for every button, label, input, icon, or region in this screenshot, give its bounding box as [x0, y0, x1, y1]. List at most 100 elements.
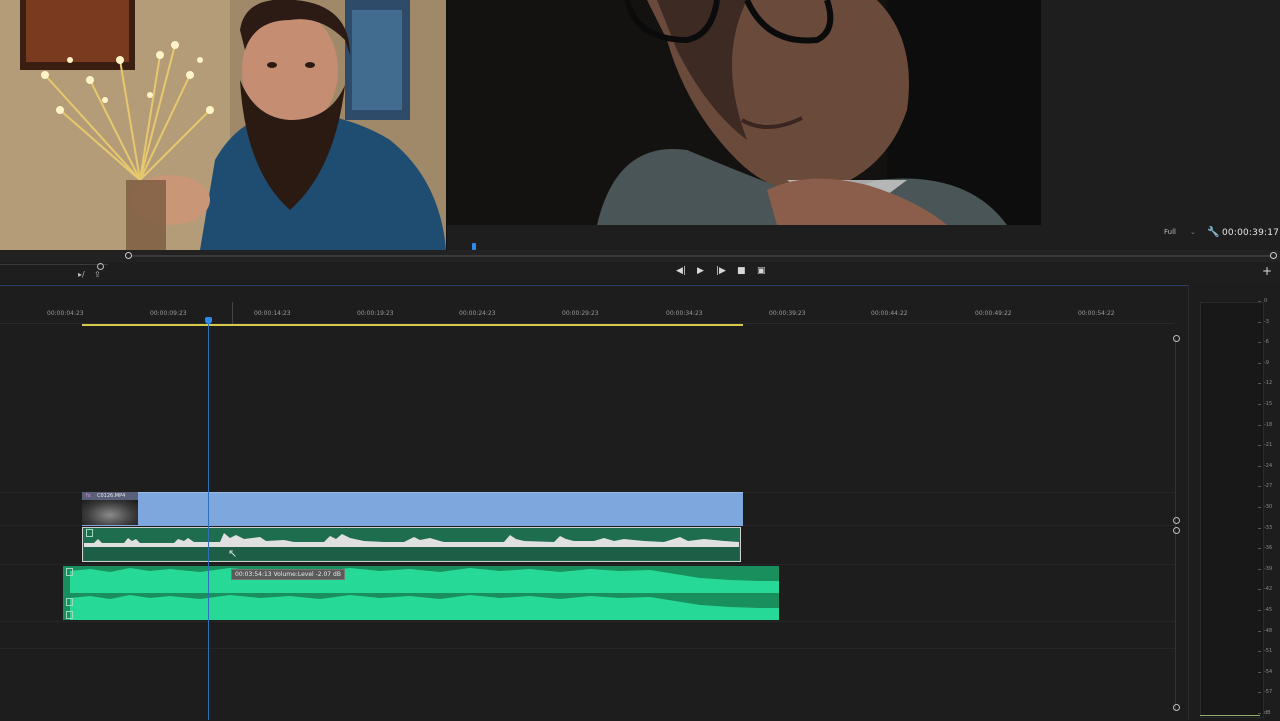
fx-badge: fx: [86, 493, 91, 499]
playhead-handle[interactable]: [205, 317, 212, 324]
step-back-button[interactable]: ◀|: [676, 266, 686, 276]
meter-db-label: -33: [1264, 524, 1273, 531]
zoom-handle-left[interactable]: [125, 252, 132, 259]
meter-db-label: -45: [1264, 607, 1273, 613]
meter-db-label: -54: [1264, 668, 1273, 675]
meter-db-tick: [1258, 424, 1261, 426]
meter-db-label: -36: [1264, 545, 1273, 552]
meter-db-tick: [1258, 589, 1261, 591]
export-icon[interactable]: ⇪: [94, 270, 101, 279]
ruler-tick-label: 00:00:34:23: [666, 310, 703, 317]
zoom-level-select[interactable]: Full: [1164, 228, 1176, 236]
meter-db-label: dB: [1264, 710, 1271, 716]
add-button[interactable]: +: [1262, 264, 1272, 278]
program-monitor-margin: [1041, 0, 1280, 250]
meter-db-label: -6: [1264, 339, 1269, 346]
video-clip-label: C0126.MP4: [97, 493, 126, 499]
transport-bar: [0, 262, 1280, 284]
vertical-scroll-handle[interactable]: [1173, 527, 1180, 534]
chevron-down-icon[interactable]: ⌄: [1190, 228, 1196, 236]
meter-db-tick: [1258, 321, 1261, 323]
wrench-icon[interactable]: 🔧: [1207, 227, 1219, 238]
program-monitor-video: [447, 0, 1041, 225]
meter-db-tick: [1258, 630, 1261, 632]
ruler-tick-label: 00:00:09:23: [150, 310, 187, 317]
track-divider: [0, 648, 1175, 649]
fx-square-icon: [66, 568, 73, 576]
video-clip[interactable]: [82, 492, 743, 526]
mouse-cursor-icon: ↖: [228, 547, 238, 560]
program-timecode[interactable]: 00:00:39:17: [1222, 228, 1279, 238]
meter-db-tick: [1258, 445, 1261, 447]
step-forward-button[interactable]: |▶: [716, 266, 726, 276]
ruler-divider: [232, 302, 233, 324]
meter-db-tick: [1258, 362, 1261, 364]
track-divider: [0, 564, 1175, 565]
meter-db-tick: [1258, 527, 1261, 529]
meter-db-label: -18: [1264, 421, 1273, 428]
ruler-tick-label: 00:00:04:23: [47, 310, 84, 317]
audio-waveform: [84, 533, 739, 549]
source-scrub-track[interactable]: [0, 264, 108, 265]
monitor-scrub-track[interactable]: [128, 255, 1273, 257]
meter-db-tick: [1258, 486, 1261, 488]
meter-db-label: 0: [1264, 298, 1268, 304]
meter-db-label: -42: [1264, 586, 1273, 593]
playhead-line[interactable]: [208, 324, 209, 720]
ruler-tick-label: 00:00:14:23: [254, 310, 291, 317]
meter-db-label: -15: [1264, 401, 1273, 407]
audio-waveform-right: [70, 595, 779, 620]
volume-tooltip: 00:03:54:13 Volume:Level -2.07 dB: [231, 569, 345, 580]
toggle-view-button[interactable]: ▣: [757, 266, 766, 276]
meter-db-label: -12: [1264, 380, 1273, 387]
vertical-scroll-handle-bottom[interactable]: [1173, 704, 1180, 711]
ruler-tick-label: 00:00:44:22: [871, 310, 908, 317]
vertical-scroll-track[interactable]: [1175, 338, 1176, 710]
ruler-tick-label: 00:00:24:23: [459, 310, 496, 317]
meter-db-label: -51: [1264, 648, 1273, 655]
vertical-scroll-handle[interactable]: [1173, 517, 1180, 524]
ruler-tick-label: 00:00:49:22: [975, 310, 1012, 317]
track-divider: [0, 621, 1175, 622]
monitor-playhead[interactable]: [472, 243, 476, 250]
audio-meter-level: [1200, 715, 1260, 716]
meter-db-tick: [1258, 301, 1261, 302]
meter-db-tick: [1258, 465, 1261, 467]
export-frame-button[interactable]: ■: [737, 266, 746, 276]
meter-db-tick: [1258, 692, 1261, 694]
fx-square-icon: [66, 611, 73, 619]
meter-db-label: -24: [1264, 462, 1273, 469]
meter-db-tick: [1258, 404, 1261, 405]
insert-icon[interactable]: ▸/: [78, 270, 85, 279]
ruler-tick-label: 00:00:39:23: [769, 310, 806, 317]
meter-db-tick: [1258, 507, 1261, 508]
vertical-scroll-handle-top[interactable]: [1173, 335, 1180, 342]
video-clip-thumbnail: [82, 500, 138, 525]
ruler-tick-label: 00:00:54:22: [1078, 310, 1115, 317]
fx-square-icon: [86, 529, 93, 537]
meter-db-label: -27: [1264, 483, 1273, 490]
meter-db-label: -57: [1264, 689, 1273, 696]
audio-waveform-left: [70, 568, 779, 593]
meter-db-label: -39: [1264, 565, 1273, 572]
program-monitor-controls: [447, 225, 1280, 250]
meter-db-tick: [1258, 568, 1261, 570]
zoom-handle-right[interactable]: [1270, 252, 1277, 259]
meter-db-tick: [1258, 548, 1261, 550]
source-monitor-video: [0, 0, 446, 250]
meter-db-tick: [1258, 671, 1261, 673]
meter-db-tick: [1258, 651, 1261, 653]
audio-meter-bar: [1200, 302, 1264, 718]
meter-db-tick: [1258, 342, 1261, 344]
meter-db-label: -30: [1264, 504, 1273, 510]
meter-db-tick: [1258, 713, 1261, 714]
meter-db-tick: [1258, 383, 1261, 385]
meter-db-label: -3: [1264, 318, 1269, 325]
meter-db-tick: [1258, 610, 1261, 611]
work-area-bar[interactable]: [82, 324, 743, 326]
audio-clip-volume-band: [84, 547, 739, 560]
source-zoom-handle[interactable]: [97, 263, 104, 270]
meter-db-label: -21: [1264, 442, 1273, 449]
play-button[interactable]: ▶: [697, 266, 704, 276]
ruler-tick-label: 00:00:19:23: [357, 310, 394, 317]
